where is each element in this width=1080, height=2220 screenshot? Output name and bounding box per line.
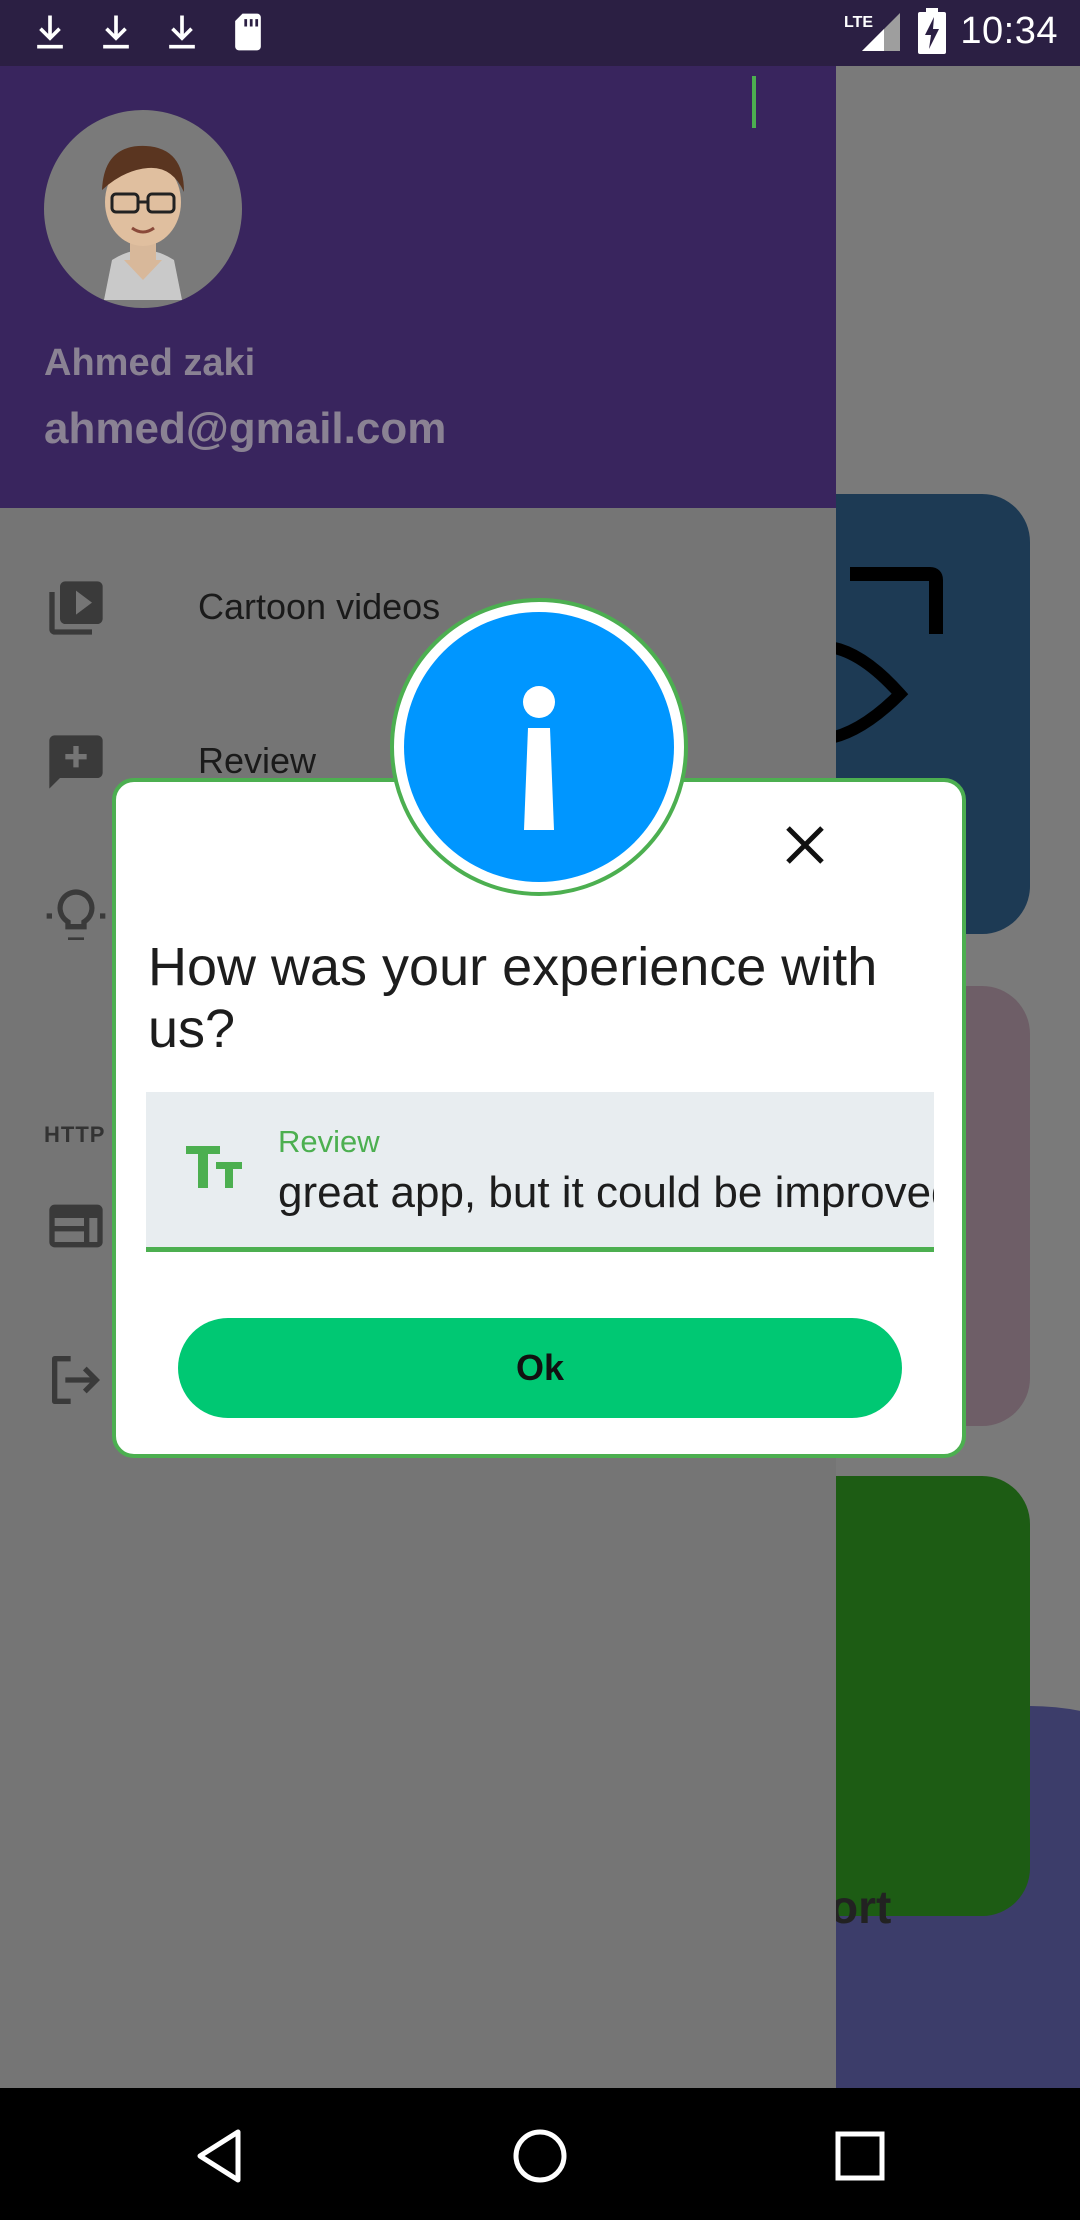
close-button[interactable] bbox=[770, 810, 840, 880]
review-field-value[interactable]: great app, but it could be improved bbox=[278, 1168, 934, 1224]
http-icon[interactable]: HTTP bbox=[44, 1122, 105, 1148]
dialog-title: How was your experience with us? bbox=[148, 937, 878, 1059]
download-icon bbox=[169, 15, 195, 49]
sd-card-icon bbox=[235, 13, 261, 51]
avatar[interactable] bbox=[44, 110, 242, 308]
close-icon bbox=[786, 826, 824, 864]
drawer-header: Ahmed zaki ahmed@gmail.com bbox=[0, 66, 836, 508]
svg-text:LTE: LTE bbox=[844, 14, 873, 31]
review-input[interactable]: Review great app, but it could be improv… bbox=[146, 1092, 934, 1252]
recents-icon[interactable] bbox=[828, 2124, 892, 2188]
system-navigation-bar bbox=[0, 2088, 1080, 2220]
download-icon bbox=[103, 15, 129, 49]
review-field-label: Review bbox=[278, 1124, 380, 1159]
review-icon bbox=[49, 735, 103, 789]
background-card-label: ort bbox=[830, 1881, 892, 1933]
clock: 10:34 bbox=[960, 9, 1058, 52]
menu-item-label: Review bbox=[198, 740, 317, 781]
info-icon bbox=[523, 686, 555, 830]
battery-charging-icon bbox=[918, 8, 947, 54]
user-email: ahmed@gmail.com bbox=[44, 404, 447, 453]
logout-icon bbox=[52, 1356, 100, 1404]
screen: LTE 10:34 ort Ahmed zaki ahmed@gmail.com… bbox=[0, 0, 1080, 2220]
lightbulb-icon bbox=[46, 889, 106, 940]
signal-icon: LTE bbox=[844, 13, 901, 51]
user-name: Ahmed zaki bbox=[44, 342, 256, 384]
home-icon[interactable] bbox=[508, 2124, 572, 2188]
text-cursor bbox=[752, 76, 756, 128]
video-library-icon bbox=[49, 581, 103, 635]
ok-button[interactable]: Ok bbox=[178, 1318, 902, 1418]
download-icon bbox=[37, 15, 63, 49]
back-icon[interactable] bbox=[188, 2124, 252, 2188]
web-icon bbox=[49, 1204, 103, 1248]
text-format-icon bbox=[186, 1146, 242, 1188]
info-badge bbox=[390, 598, 688, 896]
status-bar: LTE 10:34 bbox=[0, 0, 1080, 66]
